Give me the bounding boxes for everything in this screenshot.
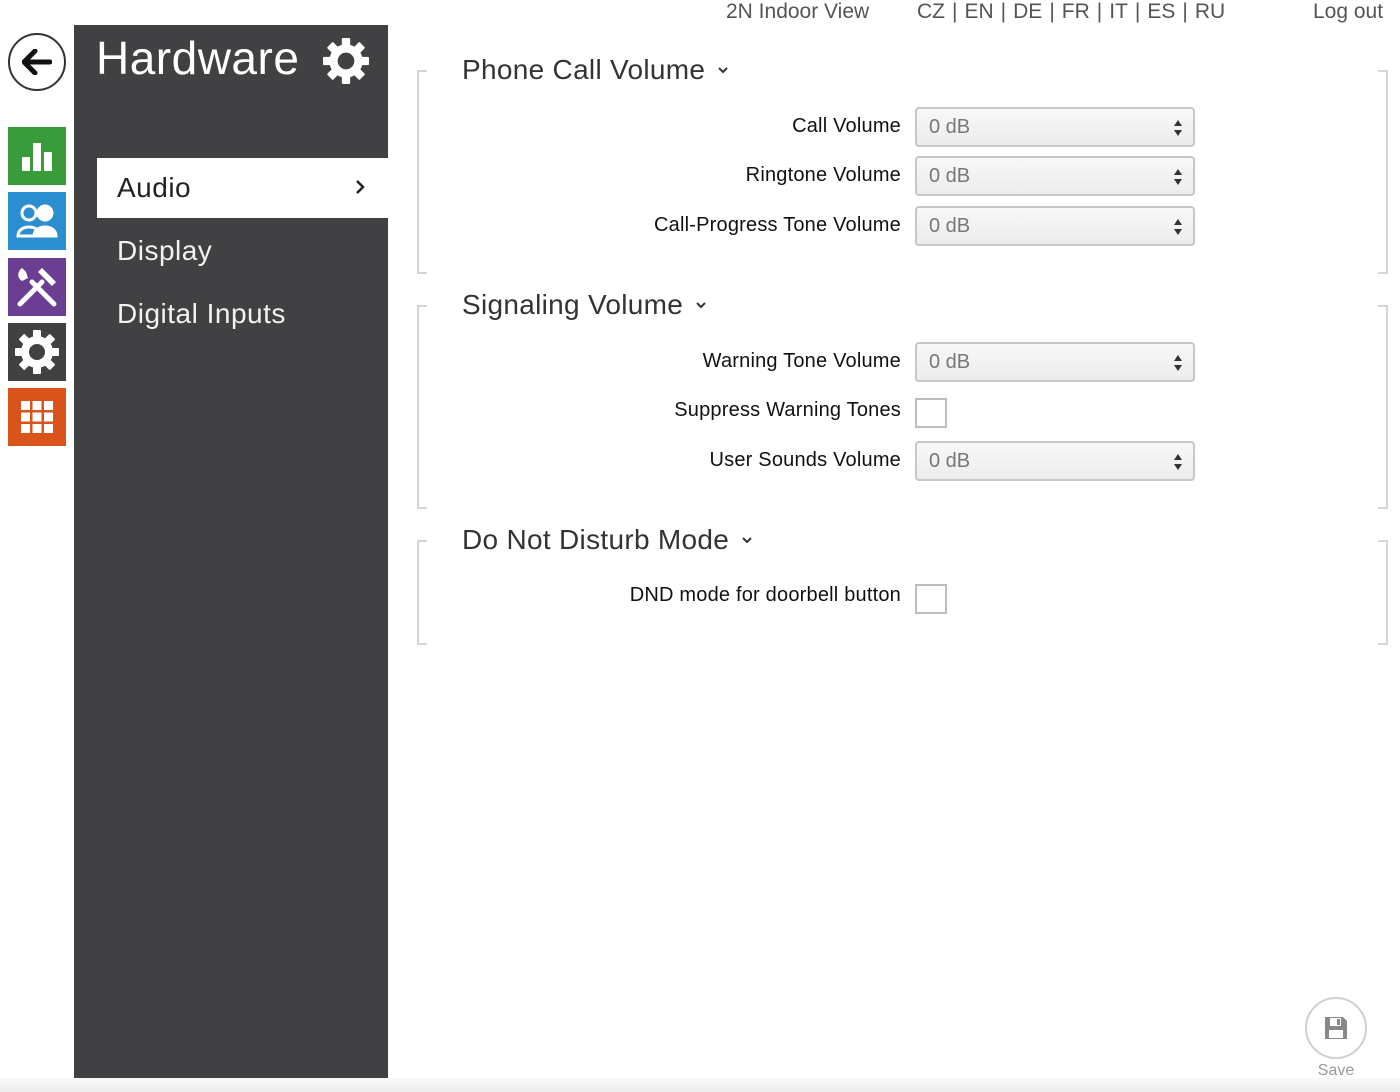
grid-icon (21, 401, 53, 433)
section-bracket-left (417, 540, 427, 645)
chevron-down-icon (718, 67, 728, 74)
menu-title: Hardware (96, 32, 300, 84)
floppy-disk-icon (1325, 1017, 1347, 1039)
suppress-warning-tones-checkbox[interactable] (915, 398, 947, 428)
select-value: 0 dB (929, 115, 971, 138)
select-arrows-icon (1174, 169, 1182, 185)
menu-item-audio[interactable]: Audio (97, 158, 388, 218)
select-value: 0 dB (929, 164, 971, 187)
lang-fr[interactable]: FR (1062, 0, 1090, 24)
select-value: 0 dB (929, 214, 971, 237)
bar-chart-icon (22, 143, 52, 171)
section-bracket-right (1378, 540, 1388, 645)
section-title-text: Do Not Disturb Mode (462, 524, 730, 555)
chevron-right-icon (356, 180, 365, 194)
ringtone-volume-select[interactable]: 0 dB (915, 156, 1195, 196)
call-volume-label: Call Volume (792, 115, 901, 137)
ringtone-volume-label: Ringtone Volume (745, 164, 901, 186)
lang-ru[interactable]: RU (1195, 0, 1225, 24)
nav-directory-tile[interactable] (8, 192, 66, 250)
nav-hardware-tile[interactable] (8, 323, 66, 381)
suppress-warning-tones-label: Suppress Warning Tones (674, 399, 901, 421)
call-progress-tone-volume-label: Call-Progress Tone Volume (654, 214, 901, 236)
nav-status-tile[interactable] (8, 127, 66, 185)
warning-tone-volume-label: Warning Tone Volume (702, 350, 901, 372)
chevron-down-icon (696, 302, 706, 309)
section-title-do-not-disturb-mode[interactable]: Do Not Disturb Mode (462, 524, 753, 556)
back-button[interactable] (8, 33, 66, 91)
lang-en[interactable]: EN (964, 0, 993, 24)
section-title-text: Signaling Volume (462, 289, 684, 320)
section-bracket-left (417, 70, 427, 274)
tools-icon (17, 268, 57, 307)
user-sounds-volume-label: User Sounds Volume (709, 449, 901, 471)
chevron-down-icon (742, 537, 752, 544)
section-title-phone-call-volume[interactable]: Phone Call Volume (462, 54, 729, 86)
dnd-doorbell-label: DND mode for doorbell button (629, 584, 901, 606)
hardware-menu-panel: Hardware Audio Display Digital Inputs (74, 25, 388, 1078)
app-window: 2N Indoor View CZ | EN | DE | FR | IT | ES | R… (0, 0, 1400, 1092)
user-sounds-volume-select[interactable]: 0 dB (915, 441, 1195, 481)
menu-item-display[interactable]: Display (97, 221, 388, 281)
users-icon (16, 204, 58, 238)
indoor-view-link[interactable]: 2N Indoor View (726, 0, 869, 24)
call-progress-tone-volume-select[interactable]: 0 dB (915, 206, 1195, 246)
dnd-doorbell-checkbox[interactable] (915, 584, 947, 614)
section-bracket-left (417, 305, 427, 509)
bottom-bar (0, 1078, 1400, 1092)
arrow-left-icon (22, 49, 52, 75)
select-value: 0 dB (929, 350, 971, 373)
section-title-signaling-volume[interactable]: Signaling Volume (462, 289, 707, 321)
nav-services-tile[interactable] (8, 258, 66, 316)
lang-cz[interactable]: CZ (917, 0, 945, 24)
menu-item-label: Display (117, 235, 213, 266)
language-switcher: CZ | EN | DE | FR | IT | ES | RU (917, 0, 1226, 24)
select-arrows-icon (1174, 355, 1182, 371)
menu-item-digital-inputs[interactable]: Digital Inputs (97, 284, 388, 344)
logout-link[interactable]: Log out (1313, 0, 1383, 24)
menu-item-label: Audio (117, 172, 192, 203)
section-bracket-right (1378, 70, 1388, 274)
section-title-text: Phone Call Volume (462, 54, 706, 85)
menu-item-label: Digital Inputs (117, 298, 286, 329)
lang-de[interactable]: DE (1013, 0, 1042, 24)
select-value: 0 dB (929, 449, 971, 472)
section-bracket-right (1378, 305, 1388, 509)
gear-icon (323, 38, 369, 84)
save-button[interactable] (1305, 997, 1367, 1059)
select-arrows-icon (1174, 454, 1182, 470)
call-volume-select[interactable]: 0 dB (915, 107, 1195, 147)
lang-it[interactable]: IT (1109, 0, 1128, 24)
gear-icon (15, 330, 59, 374)
nav-system-tile[interactable] (8, 388, 66, 446)
select-arrows-icon (1174, 120, 1182, 136)
warning-tone-volume-select[interactable]: 0 dB (915, 342, 1195, 382)
lang-es[interactable]: ES (1147, 0, 1175, 24)
select-arrows-icon (1174, 219, 1182, 235)
